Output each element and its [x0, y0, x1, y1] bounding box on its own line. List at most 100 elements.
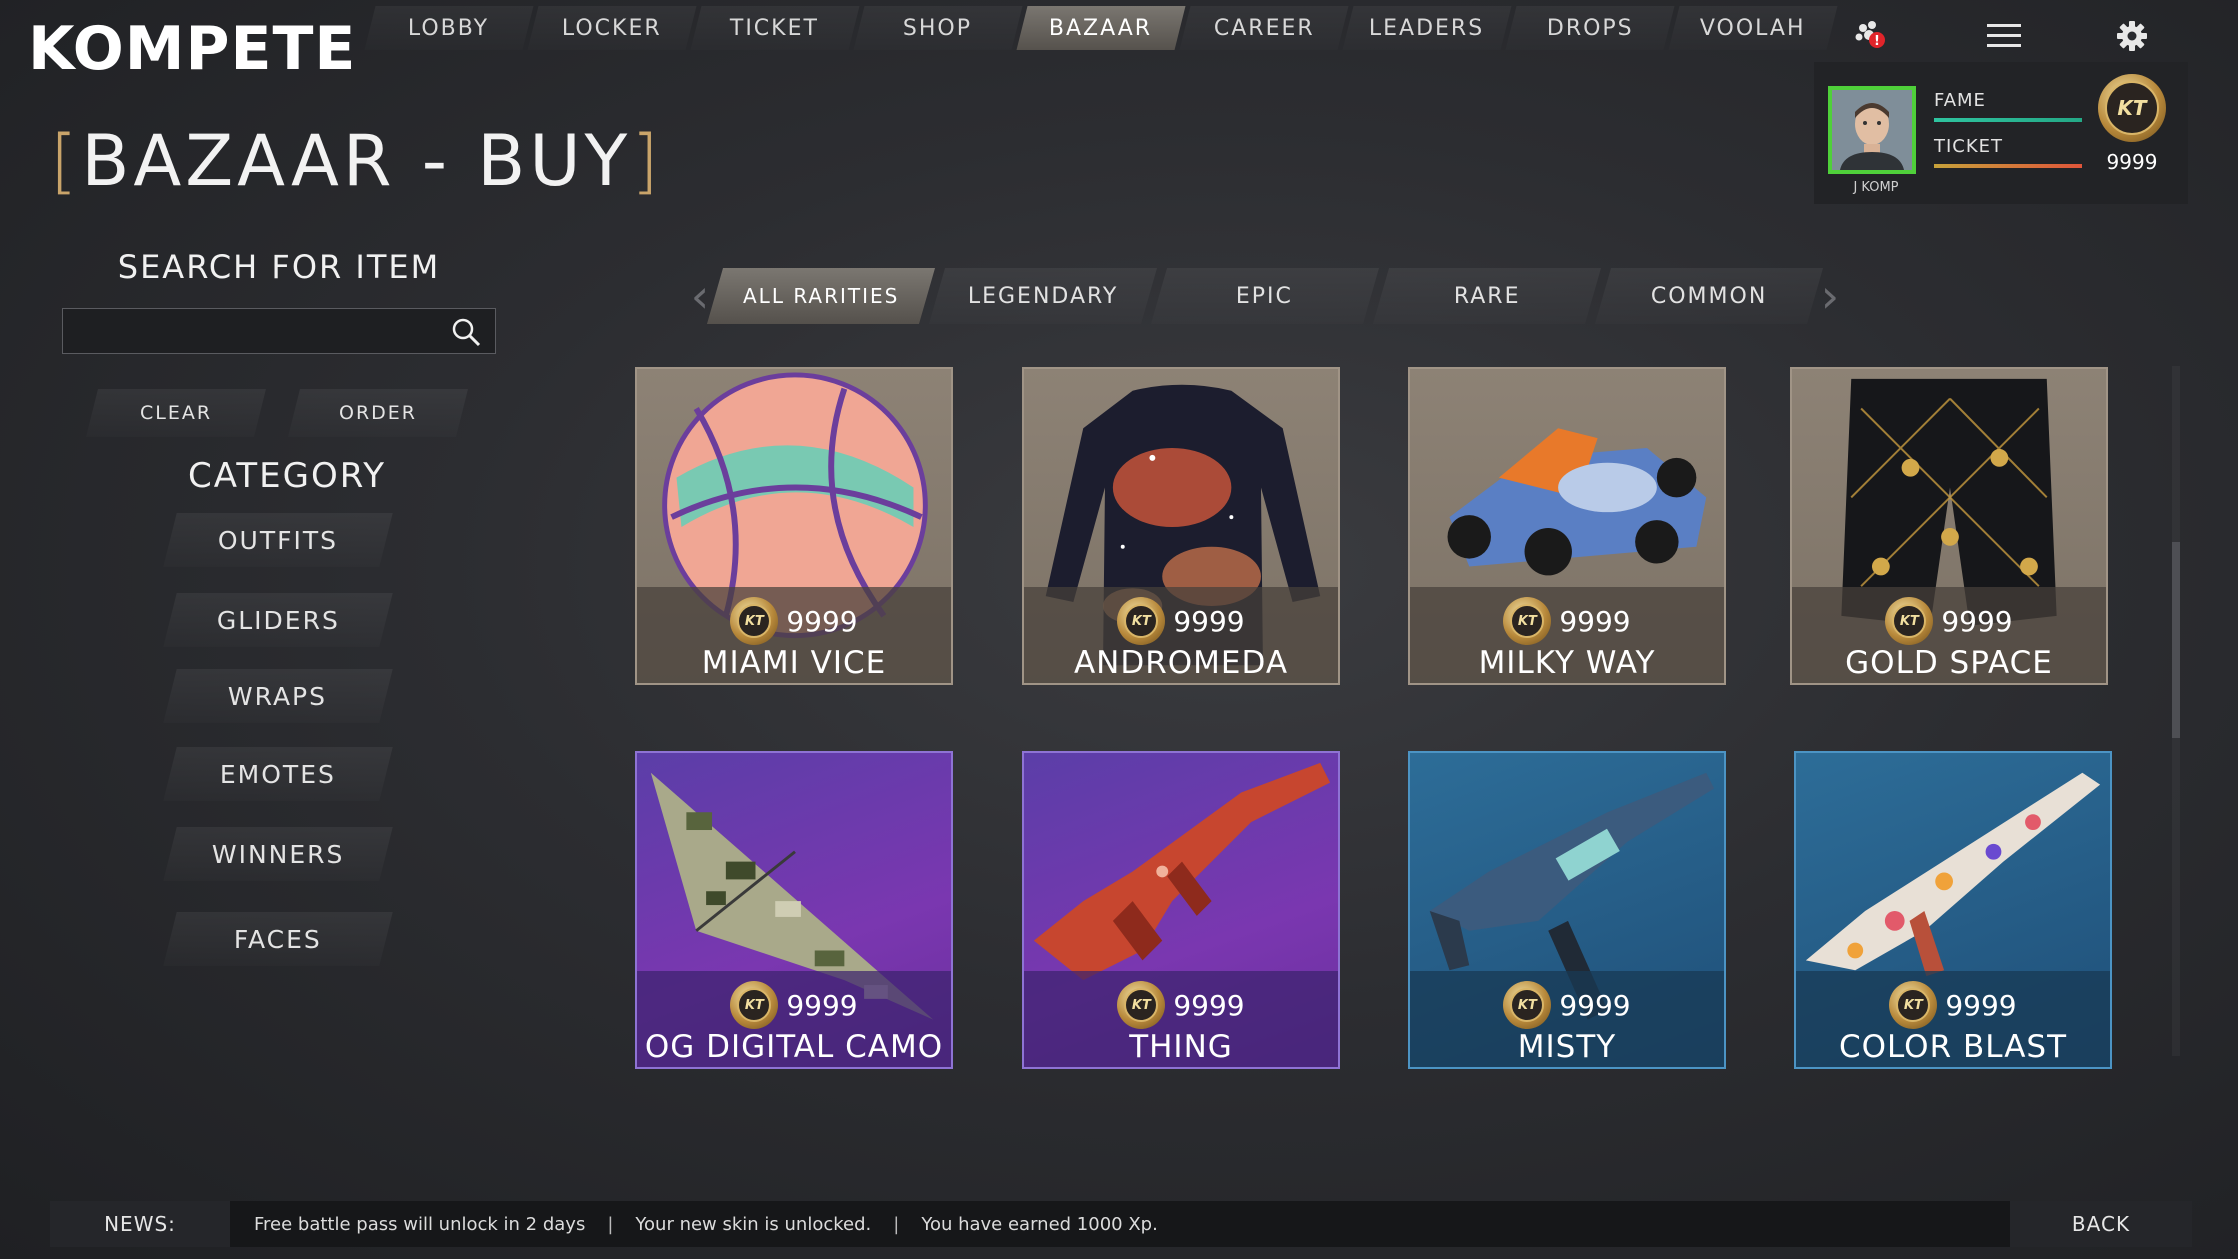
category-emotes[interactable]: EMOTES [163, 747, 393, 801]
item-card-og-digital-camo[interactable]: KT 9999 OG DIGITAL CAMO [635, 751, 953, 1069]
title-text: BAZAAR - BUY [81, 120, 632, 202]
card-footer: KT 9999 ANDROMEDA [1024, 587, 1338, 683]
kt-coin-icon: KT [1889, 981, 1938, 1029]
search-heading: SEARCH FOR ITEM [117, 248, 441, 286]
card-footer: KT 9999 MILKY WAY [1410, 587, 1724, 683]
item-price: 9999 [786, 988, 858, 1022]
item-card-gold-space[interactable]: KT 9999 GOLD SPACE [1790, 367, 2108, 685]
clear-button[interactable]: CLEAR [86, 389, 266, 437]
category-label: WINNERS [211, 839, 345, 869]
order-button[interactable]: ORDER [288, 389, 468, 437]
item-card-milky-way[interactable]: KT 9999 MILKY WAY [1408, 367, 1726, 685]
item-card-thing[interactable]: KT 9999 THING [1022, 751, 1340, 1069]
rarity-tab-all[interactable]: ALL RARITIES [706, 268, 936, 324]
category-gliders[interactable]: GLIDERS [163, 593, 393, 647]
party-icon: ! [1855, 21, 1885, 49]
tab-bazaar[interactable]: BAZAAR [1016, 6, 1186, 50]
item-name: OG DIGITAL CAMO [644, 1029, 944, 1065]
tab-label: LOCKER [562, 15, 662, 41]
card-footer: KT 9999 GOLD SPACE [1792, 587, 2106, 683]
rarity-prev-arrow[interactable]: ‹ [690, 268, 710, 324]
title-bracket-close: ] [631, 120, 663, 202]
kompete-logo: KOMPETE [28, 14, 357, 84]
kt-coin-icon: KT [1885, 597, 1934, 645]
news-ticker: NEWS: Free battle pass will unlock in 2 … [50, 1201, 2192, 1247]
item-price: 9999 [1559, 988, 1631, 1022]
kt-coin-icon: KT [1503, 597, 1552, 645]
item-name: MISTY [1517, 1029, 1617, 1065]
top-navigation: LOBBY LOCKER TICKET SHOP BAZAAR CAREER L… [364, 6, 1838, 56]
player-portrait [1832, 90, 1912, 170]
category-heading: CATEGORY [188, 456, 386, 496]
rarity-filter-bar: ‹ ALL RARITIES LEGENDARY EPIC RARE COMMO… [690, 266, 1840, 326]
kt-coin-icon: KT [2098, 74, 2166, 142]
grid-scrollbar[interactable] [2172, 366, 2180, 1056]
tab-label: SHOP [903, 15, 973, 41]
item-price: 9999 [1945, 988, 2017, 1022]
item-price: 9999 [1941, 604, 2013, 638]
tab-ticket[interactable]: TICKET [690, 6, 860, 50]
search-icon[interactable] [451, 317, 481, 347]
gear-icon [2117, 21, 2147, 51]
rarity-tab-common[interactable]: COMMON [1594, 268, 1824, 324]
category-faces[interactable]: FACES [163, 912, 393, 966]
kt-coin-icon: KT [1117, 597, 1166, 645]
ticket-bar [1934, 164, 2082, 168]
back-button[interactable]: BACK [2010, 1201, 2192, 1247]
item-card-andromeda[interactable]: KT 9999 ANDROMEDA [1022, 367, 1340, 685]
scroll-thumb[interactable] [2172, 542, 2180, 738]
category-outfits[interactable]: OUTFITS [163, 513, 393, 567]
card-footer: KT 9999 OG DIGITAL CAMO [637, 971, 951, 1067]
tab-label: LEADERS [1369, 15, 1485, 41]
settings-button[interactable] [2110, 14, 2154, 58]
item-name: COLOR BLAST [1838, 1029, 2068, 1065]
item-card-misty[interactable]: KT 9999 MISTY [1408, 751, 1726, 1069]
tab-label: DROPS [1546, 15, 1634, 41]
item-card-color-blast[interactable]: KT 9999 COLOR BLAST [1794, 751, 2112, 1069]
tab-voolah[interactable]: VOOLAH [1668, 6, 1838, 50]
party-button[interactable]: ! [1848, 14, 1892, 58]
tab-lobby[interactable]: LOBBY [364, 6, 534, 50]
card-footer: KT 9999 MIAMI VICE [637, 587, 951, 683]
fame-label: FAME [1934, 90, 1986, 111]
coin-symbol: KT [1892, 604, 1927, 638]
menu-button[interactable] [1982, 14, 2026, 58]
currency-amount: 9999 [2106, 150, 2158, 174]
card-footer: KT 9999 MISTY [1410, 971, 1724, 1067]
tab-career[interactable]: CAREER [1179, 6, 1349, 50]
kt-coin-icon: KT [730, 597, 779, 645]
coin-symbol: KT [1896, 988, 1931, 1022]
rarity-label: LEGENDARY [967, 283, 1119, 309]
category-label: GLIDERS [216, 605, 340, 635]
rarity-next-arrow[interactable]: › [1820, 268, 1840, 324]
rarity-label: ALL RARITIES [742, 284, 900, 308]
profile-panel: J KOMP FAME TICKET KT 9999 [1814, 62, 2188, 204]
tab-label: LOBBY [408, 15, 490, 41]
tab-leaders[interactable]: LEADERS [1342, 6, 1512, 50]
item-name: MILKY WAY [1478, 645, 1656, 681]
category-label: EMOTES [220, 759, 336, 789]
item-name: THING [1129, 1029, 1233, 1065]
news-separator: | [607, 1213, 614, 1235]
tab-locker[interactable]: LOCKER [527, 6, 697, 50]
page-title: [BAZAAR - BUY] [50, 120, 663, 202]
tab-shop[interactable]: SHOP [853, 6, 1023, 50]
category-label: OUTFITS [217, 525, 339, 555]
rarity-tab-rare[interactable]: RARE [1372, 268, 1602, 324]
clear-label: CLEAR [139, 402, 213, 424]
avatar[interactable] [1828, 86, 1916, 174]
coin-symbol: KT [1124, 604, 1159, 638]
category-wraps[interactable]: WRAPS [163, 669, 393, 723]
order-label: ORDER [339, 402, 417, 424]
category-winners[interactable]: WINNERS [163, 827, 393, 881]
news-message: Your new skin is unlocked. [635, 1213, 872, 1235]
coin-symbol: KT [737, 604, 772, 638]
tab-drops[interactable]: DROPS [1505, 6, 1675, 50]
rarity-tab-legendary[interactable]: LEGENDARY [928, 268, 1158, 324]
search-input[interactable] [63, 309, 433, 353]
item-price: 9999 [1173, 604, 1245, 638]
item-card-miami-vice[interactable]: KT 9999 MIAMI VICE [635, 367, 953, 685]
card-footer: KT 9999 COLOR BLAST [1796, 971, 2110, 1067]
rarity-tab-epic[interactable]: EPIC [1150, 268, 1380, 324]
card-footer: KT 9999 THING [1024, 971, 1338, 1067]
